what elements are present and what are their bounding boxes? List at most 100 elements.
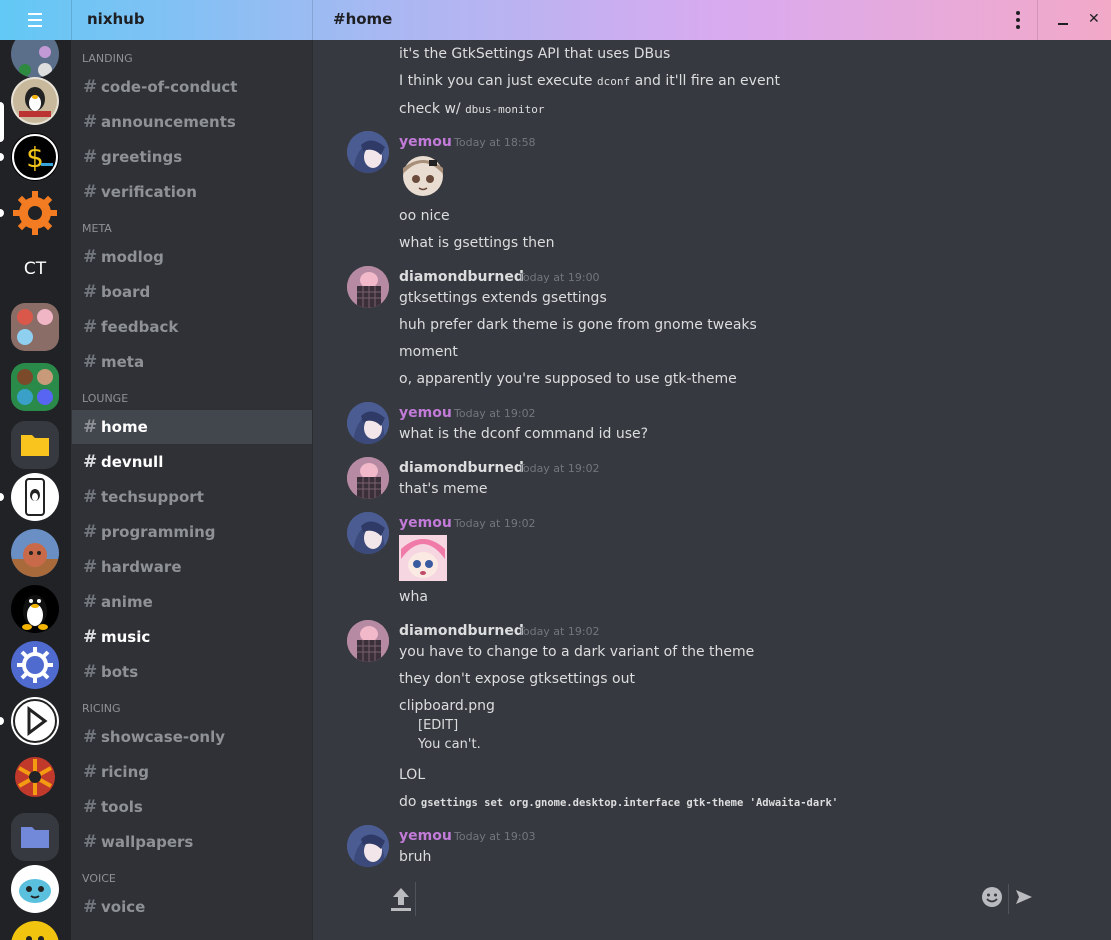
- guild-unread-pill: [0, 153, 4, 161]
- guild-icon[interactable]: [11, 697, 59, 745]
- category-label[interactable]: RICING: [82, 702, 121, 715]
- channel-feedback[interactable]: # feedback: [72, 310, 312, 344]
- message-text: you have to change to a dark variant of …: [399, 644, 755, 660]
- channel-music[interactable]: # music: [72, 620, 312, 654]
- close-icon[interactable]: ✕: [1088, 11, 1100, 27]
- channel-modlog[interactable]: # modlog: [72, 240, 312, 274]
- channel-code-of-conduct[interactable]: # code-of-conduct: [72, 70, 312, 104]
- message-timestamp: Today at 19:00: [518, 271, 600, 284]
- channel-list: LANDING # code-of-conduct # announcements …: [71, 40, 312, 940]
- message-text: wha: [399, 589, 428, 605]
- category-label[interactable]: LANDING: [82, 52, 133, 65]
- channel-voice[interactable]: # voice: [72, 890, 312, 924]
- guild-icon[interactable]: [11, 921, 59, 940]
- message-author[interactable]: diamondburned: [399, 623, 524, 639]
- guild-icon[interactable]: [11, 753, 59, 801]
- emoji-icon[interactable]: [981, 886, 1003, 908]
- channel-anime[interactable]: # anime: [72, 585, 312, 619]
- message-author[interactable]: yemou: [399, 828, 452, 844]
- avatar[interactable]: [347, 266, 389, 308]
- hash-icon: #: [83, 592, 98, 612]
- hash-icon: #: [83, 797, 98, 817]
- title-divider: [1037, 0, 1038, 40]
- guild-folder[interactable]: [11, 303, 59, 351]
- sticker-image[interactable]: [399, 535, 447, 581]
- message-author[interactable]: diamondburned: [399, 269, 524, 285]
- hash-icon: #: [83, 557, 98, 577]
- guild-icon[interactable]: [11, 585, 59, 633]
- message-text: LOL: [399, 767, 426, 783]
- folder-icon[interactable]: [11, 813, 59, 861]
- channel-meta[interactable]: # meta: [72, 345, 312, 379]
- guild-icon[interactable]: [11, 473, 59, 521]
- category-label[interactable]: META: [82, 222, 112, 235]
- message-author[interactable]: diamondburned: [399, 460, 524, 476]
- upload-icon[interactable]: [389, 884, 413, 914]
- guild-icon[interactable]: $: [11, 133, 59, 181]
- channel-showcase-only[interactable]: # showcase-only: [72, 720, 312, 754]
- avatar[interactable]: [347, 457, 389, 499]
- avatar[interactable]: [347, 825, 389, 867]
- guild-text-icon[interactable]: CT: [11, 245, 59, 293]
- channel-bots[interactable]: # bots: [72, 655, 312, 689]
- guild-icon[interactable]: [11, 865, 59, 913]
- channel-board[interactable]: # board: [72, 275, 312, 309]
- guild-icon[interactable]: [11, 189, 59, 237]
- channel-programming[interactable]: # programming: [72, 515, 312, 549]
- channel-devnull[interactable]: # devnull: [72, 445, 312, 479]
- channel-ricing[interactable]: # ricing: [72, 755, 312, 789]
- hash-icon: #: [83, 662, 98, 682]
- composer-divider: [1008, 884, 1009, 914]
- inline-code: gsettings set org.gnome.desktop.interfac…: [420, 797, 839, 809]
- message-text: that's meme: [399, 481, 488, 497]
- guild-icon[interactable]: [11, 641, 59, 689]
- avatar[interactable]: [347, 620, 389, 662]
- channel-home[interactable]: # home: [72, 410, 312, 444]
- more-options-icon[interactable]: [1010, 10, 1026, 30]
- message-text: it's the GtkSettings API that uses DBus: [399, 46, 671, 62]
- message-timestamp: Today at 19:02: [454, 517, 536, 530]
- message-text: bruh: [399, 849, 432, 865]
- guild-icon[interactable]: [11, 40, 59, 78]
- hash-icon: #: [83, 112, 98, 132]
- inline-code: dconf: [597, 75, 631, 88]
- channel-techsupport[interactable]: # techsupport: [72, 480, 312, 514]
- minimize-icon[interactable]: [1057, 10, 1069, 30]
- channel-wallpapers[interactable]: # wallpapers: [72, 825, 312, 859]
- quote-text: [EDIT]: [418, 718, 459, 733]
- hash-icon: #: [83, 522, 98, 542]
- hash-icon: #: [83, 762, 98, 782]
- message-composer[interactable]: [389, 882, 1039, 916]
- message-author[interactable]: yemou: [399, 515, 452, 531]
- sticker-image[interactable]: [399, 154, 447, 200]
- channel-announcements[interactable]: # announcements: [72, 105, 312, 139]
- quote-text: You can't.: [418, 737, 481, 752]
- guild-unread-pill: [0, 717, 4, 725]
- message-text: check w/ dbus-monitor: [399, 101, 545, 117]
- avatar[interactable]: [347, 131, 389, 173]
- send-icon[interactable]: [1015, 888, 1033, 906]
- hash-icon: #: [83, 452, 98, 472]
- guild-unread-pill: [0, 493, 4, 501]
- message-author[interactable]: yemou: [399, 134, 452, 150]
- message-text: what is gsettings then: [399, 235, 555, 251]
- hamburger-menu-icon[interactable]: [24, 12, 46, 28]
- message-text: moment: [399, 344, 458, 360]
- channel-hardware[interactable]: # hardware: [72, 550, 312, 584]
- hash-icon: #: [83, 147, 98, 167]
- channel-greetings[interactable]: # greetings: [72, 140, 312, 174]
- folder-icon[interactable]: [11, 421, 59, 469]
- channel-verification[interactable]: # verification: [72, 175, 312, 209]
- message-author[interactable]: yemou: [399, 405, 452, 421]
- channel-tools[interactable]: # tools: [72, 790, 312, 824]
- guild-folder[interactable]: [11, 363, 59, 411]
- guild-icon[interactable]: [11, 77, 59, 125]
- hash-icon: #: [83, 487, 98, 507]
- attachment-filename[interactable]: clipboard.png: [399, 698, 495, 714]
- category-label[interactable]: VOICE: [82, 872, 116, 885]
- server-name: nixhub: [87, 10, 145, 28]
- guild-icon[interactable]: [11, 529, 59, 577]
- avatar[interactable]: [347, 402, 389, 444]
- avatar[interactable]: [347, 512, 389, 554]
- category-label[interactable]: LOUNGE: [82, 392, 128, 405]
